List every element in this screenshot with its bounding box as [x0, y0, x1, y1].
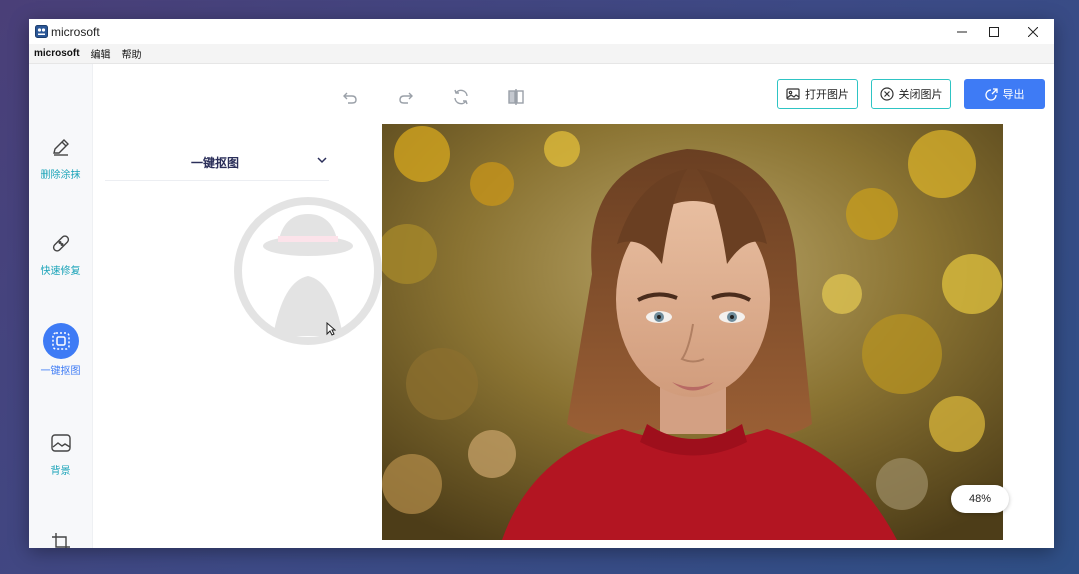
- panel-title: 一键抠图: [191, 156, 240, 170]
- close-circle-icon: [879, 87, 894, 101]
- menu-item-help[interactable]: 帮助: [122, 46, 142, 61]
- window-title: microsoft: [51, 25, 100, 39]
- zoom-level-badge[interactable]: 48%: [951, 485, 1009, 513]
- options-panel: 一键抠图: [93, 64, 382, 548]
- close-window-button[interactable]: [1010, 19, 1054, 44]
- sidebar-item-cutout[interactable]: 一键抠图: [29, 323, 92, 377]
- menu-item-edit[interactable]: 编辑: [91, 46, 111, 61]
- sidebar-item-quick-fix[interactable]: 快速修复: [29, 227, 92, 277]
- export-icon: [984, 87, 998, 101]
- export-button[interactable]: 导出: [964, 79, 1045, 109]
- sidebar-item-label: 快速修复: [40, 266, 81, 277]
- menu-item-app[interactable]: microsoft: [34, 48, 80, 59]
- undo-icon: [343, 92, 357, 104]
- compare-icon: [508, 89, 524, 105]
- image-icon: [786, 88, 800, 100]
- bandage-icon: [45, 227, 77, 259]
- redo-icon: [399, 92, 413, 104]
- maximize-icon: [989, 26, 999, 37]
- sidebar-item-erase[interactable]: 删除涂抹: [29, 131, 92, 181]
- reset-button[interactable]: [450, 86, 472, 108]
- sidebar: 删除涂抹 快速修复 一键抠图 背景: [29, 64, 93, 548]
- sidebar-item-label: 背景: [50, 466, 71, 477]
- sidebar-item-label: 一键抠图: [40, 366, 81, 377]
- sidebar-item-background[interactable]: 背景: [29, 427, 92, 477]
- export-label: 导出: [1002, 89, 1025, 101]
- chevron-down-icon: [317, 157, 327, 164]
- sidebar-item-label: 删除涂抹: [40, 170, 81, 181]
- open-image-button[interactable]: 打开图片: [777, 79, 858, 109]
- close-icon: [1028, 26, 1038, 37]
- zoom-level-value: 48%: [968, 493, 992, 505]
- app-icon: [35, 25, 48, 38]
- open-image-label: 打开图片: [805, 89, 849, 101]
- compare-button[interactable]: [505, 86, 527, 108]
- close-image-label: 关闭图片: [898, 89, 943, 101]
- close-image-button[interactable]: 关闭图片: [871, 79, 951, 109]
- pencil-icon: [45, 131, 77, 163]
- menu-bar: microsoft 编辑 帮助: [29, 44, 1054, 64]
- image-icon: [45, 427, 77, 459]
- image-canvas[interactable]: [382, 124, 1003, 540]
- redo-button[interactable]: [395, 86, 417, 108]
- cursor-icon: [326, 322, 336, 336]
- undo-button[interactable]: [339, 86, 361, 108]
- cutout-icon: [42, 323, 79, 359]
- cutout-panel-header[interactable]: 一键抠图: [105, 148, 329, 181]
- crop-icon: [45, 526, 77, 548]
- sidebar-item-crop[interactable]: [29, 526, 92, 548]
- portrait-photo: [382, 124, 1003, 540]
- minimize-icon: [957, 31, 967, 32]
- watermark-logo: [234, 197, 382, 345]
- refresh-icon: [454, 89, 468, 105]
- app-window: microsoft microsoft 编辑 帮助 删除涂抹 快速修复 一键抠图…: [29, 19, 1054, 548]
- title-bar: microsoft: [29, 19, 1054, 44]
